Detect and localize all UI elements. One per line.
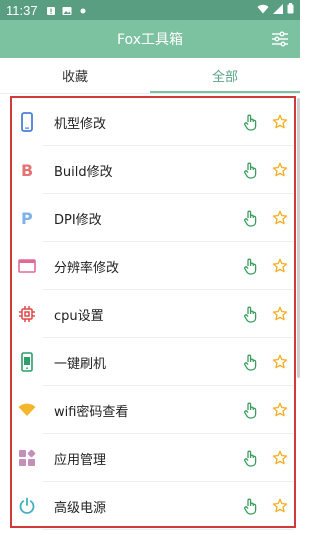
signal-icon — [273, 3, 283, 17]
star-icon[interactable] — [270, 256, 290, 276]
list-item[interactable]: cpu设置 — [12, 290, 294, 338]
list-item[interactable]: 高级电源 — [12, 482, 294, 530]
list-item[interactable]: P DPI修改 — [12, 194, 294, 242]
list-item[interactable]: B Build修改 — [12, 146, 294, 194]
phone-icon — [12, 112, 42, 132]
tab-all[interactable]: 全部 — [150, 58, 300, 93]
status-bar: 11:37 — [0, 0, 300, 20]
star-icon[interactable] — [270, 400, 290, 420]
tab-bar: 收藏 全部 — [0, 58, 300, 94]
wifi-status-icon — [257, 3, 269, 17]
apps-icon — [12, 449, 42, 467]
list-item-label: 机型修改 — [54, 116, 107, 132]
list-item[interactable]: 分辨率修改 — [12, 242, 294, 290]
wifi-icon — [12, 403, 42, 417]
tap-icon[interactable] — [240, 208, 260, 228]
settings-sliders-icon[interactable] — [270, 29, 290, 49]
star-icon[interactable] — [270, 208, 290, 228]
letter-b-icon: B — [12, 161, 42, 179]
scrollbar[interactable] — [297, 98, 300, 378]
svg-text:P: P — [21, 209, 33, 227]
window-icon — [12, 259, 42, 273]
tap-icon[interactable] — [240, 448, 260, 468]
tap-icon[interactable] — [240, 304, 260, 324]
star-icon[interactable] — [270, 496, 290, 516]
tap-icon[interactable] — [240, 256, 260, 276]
list-item[interactable]: wifi密码查看 — [12, 386, 294, 434]
list-item[interactable]: 应用管理 — [12, 434, 294, 482]
tool-list: 机型修改 B Build修改 P DPI修改 分辨率修改 cpu设置 一键刷机 … — [12, 98, 294, 530]
star-icon[interactable] — [270, 160, 290, 180]
notification-dot-icon — [78, 5, 88, 15]
tap-icon[interactable] — [240, 160, 260, 180]
tab-favorites[interactable]: 收藏 — [0, 58, 150, 93]
battery-icon — [287, 3, 294, 17]
status-time: 11:37 — [6, 2, 38, 18]
phone-android-icon — [12, 352, 42, 372]
list-item-label: 分辨率修改 — [54, 260, 120, 276]
star-icon[interactable] — [270, 304, 290, 324]
list-item-label: cpu设置 — [54, 308, 104, 324]
list-item-label: DPI修改 — [54, 212, 102, 228]
list-item-label: Build修改 — [54, 164, 113, 180]
tap-icon[interactable] — [240, 112, 260, 132]
app-bar: Fox工具箱 — [0, 20, 300, 58]
list-item-label: 一键刷机 — [54, 356, 107, 372]
list-item-label: 高级电源 — [54, 500, 107, 516]
star-icon[interactable] — [270, 448, 290, 468]
list-item-label: wifi密码查看 — [54, 404, 129, 420]
image-icon — [62, 5, 72, 15]
svg-text:B: B — [21, 161, 33, 179]
star-icon[interactable] — [270, 352, 290, 372]
star-icon[interactable] — [270, 112, 290, 132]
power-icon — [12, 497, 42, 515]
list-item-label: 应用管理 — [54, 452, 107, 468]
tap-icon[interactable] — [240, 400, 260, 420]
alert-icon — [46, 5, 56, 15]
list-item[interactable]: 一键刷机 — [12, 338, 294, 386]
tap-icon[interactable] — [240, 496, 260, 516]
tap-icon[interactable] — [240, 352, 260, 372]
app-title: Fox工具箱 — [117, 32, 183, 48]
list-item[interactable]: 机型修改 — [12, 98, 294, 146]
chip-icon — [12, 305, 42, 323]
letter-p-icon: P — [12, 209, 42, 227]
